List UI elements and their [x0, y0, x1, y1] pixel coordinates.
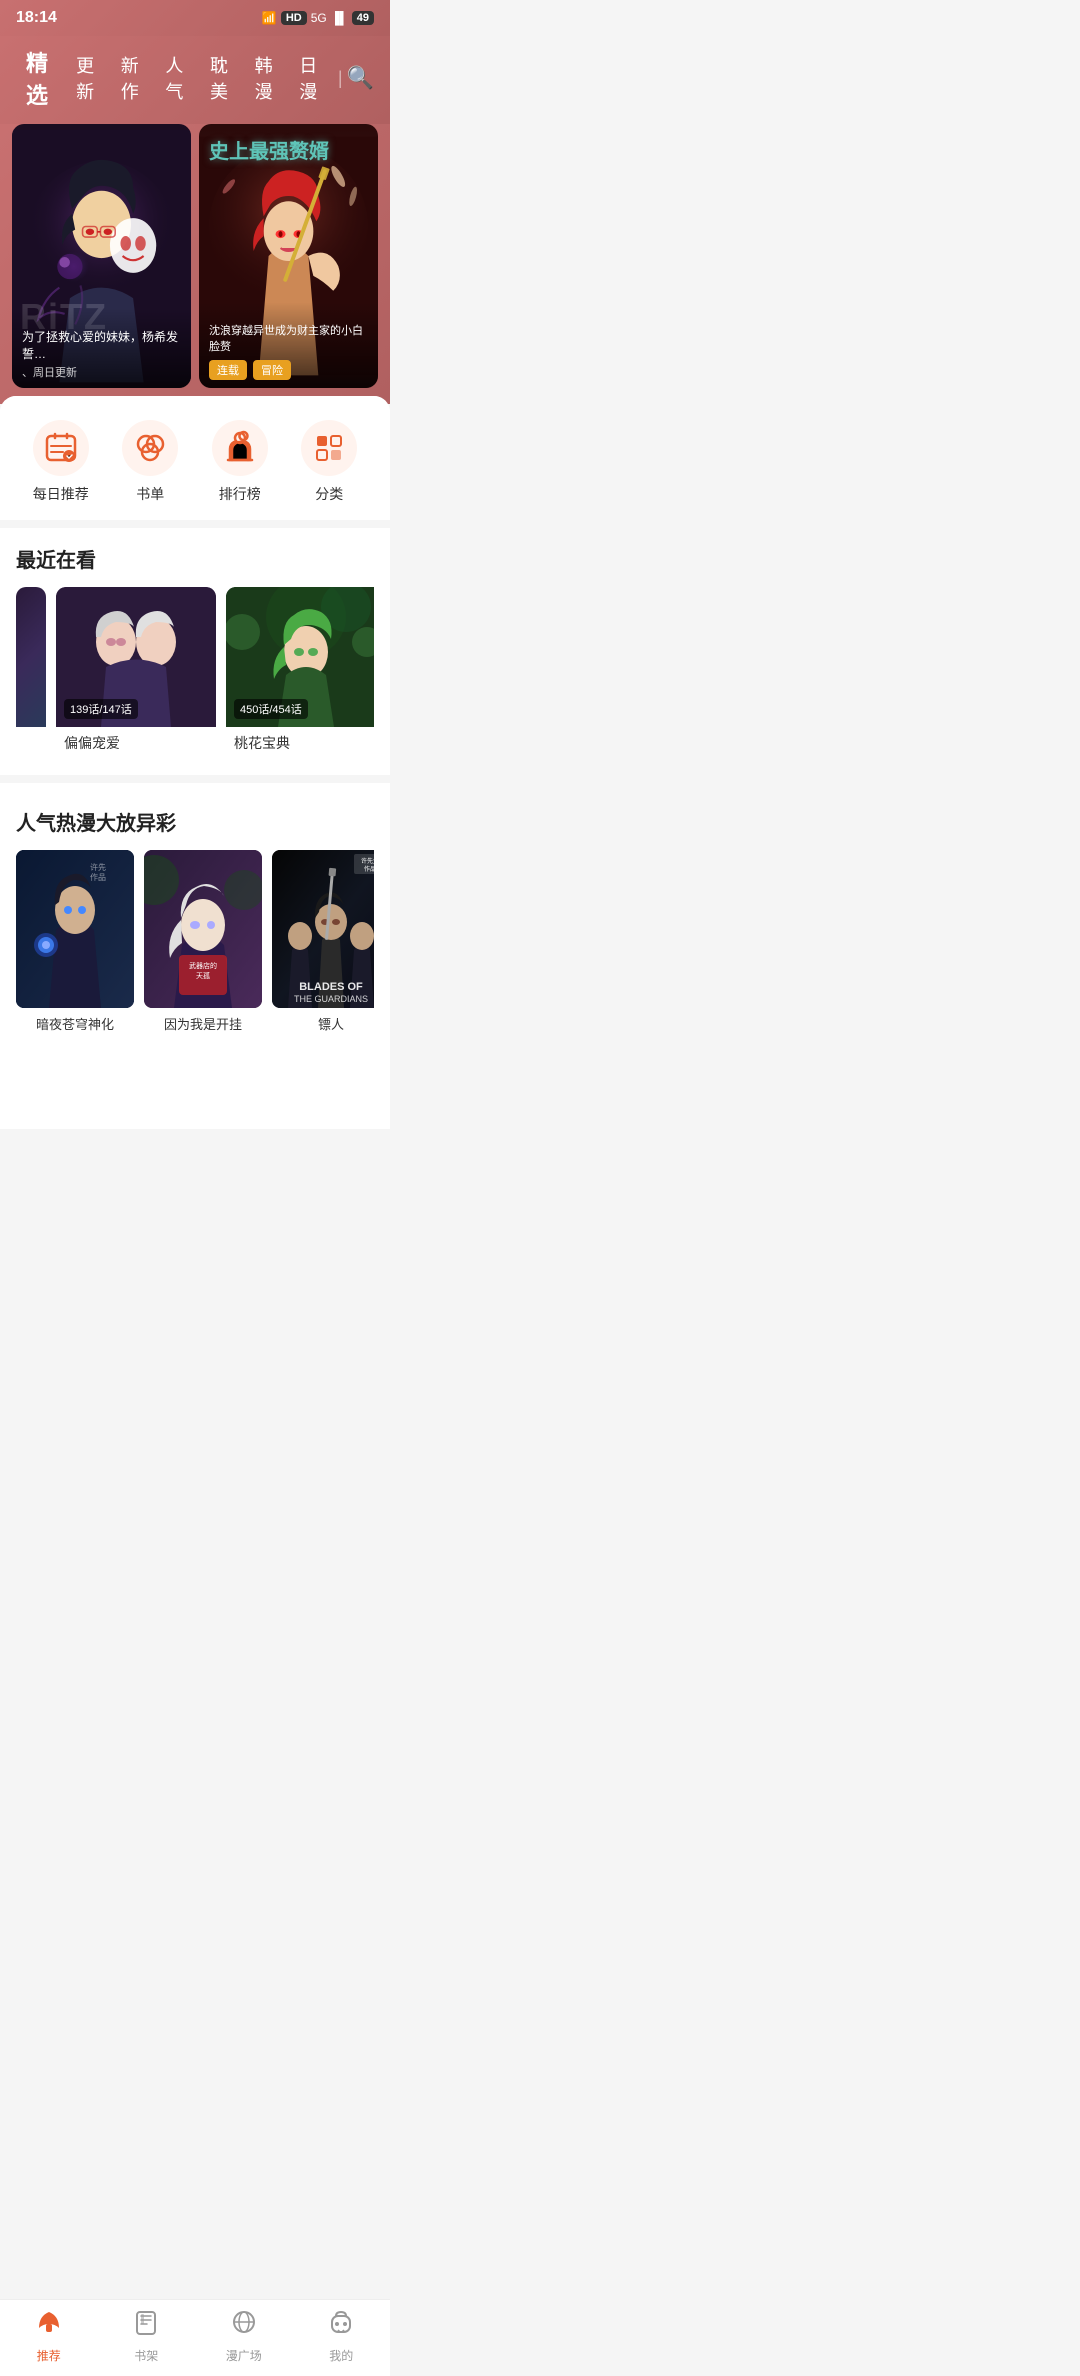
- network-label: 5G: [311, 11, 327, 25]
- hot-card-1[interactable]: 武器店的 天孤 因为我是开挂: [144, 850, 262, 1033]
- nav-divider: |: [338, 68, 343, 89]
- recent-scroll: 139话/147话 偏偏宠爱: [16, 587, 374, 767]
- svg-text:作品: 作品: [90, 872, 106, 882]
- recent-section: 最近在看: [0, 528, 390, 775]
- svg-text:BLADES OF: BLADES OF: [299, 981, 363, 993]
- svg-text:THE GUARDIANS: THE GUARDIANS: [294, 994, 368, 1004]
- hot-card-img-0: 许先 作品: [16, 850, 134, 1008]
- quick-icon-category[interactable]: 分类: [301, 420, 357, 504]
- recent-section-title: 最近在看: [16, 544, 374, 573]
- category-icon: [301, 420, 357, 476]
- quick-icons: 每日推荐 书单 排行榜 分类: [0, 396, 390, 520]
- hd-label: HD: [281, 11, 307, 25]
- plaza-icon: [230, 2308, 258, 2343]
- banner-right-tags: 连载 冒险: [209, 360, 368, 380]
- booklist-icon: [122, 420, 178, 476]
- banner-right[interactable]: 史上最强赘婿 沈浪穿越异世成为财主家的小白脸赘 连载 冒险: [199, 124, 378, 388]
- hot-card-title-2: 镖人: [272, 1014, 374, 1033]
- main-content: 每日推荐 书单 排行榜 分类 最近在看: [0, 396, 390, 1129]
- bottom-nav-mine[interactable]: 我的: [293, 2308, 391, 2364]
- bottom-nav: 推荐 书架 漫广场 我的: [0, 2299, 390, 2376]
- hot-card-2[interactable]: BLADES OF THE GUARDIANS 许先生 作品 镖人: [272, 850, 374, 1033]
- recent-progress-2: 450话/454话: [234, 699, 308, 719]
- shelf-icon: [132, 2308, 160, 2343]
- status-icons: 📶 HD 5G ▐▌ 49: [262, 11, 374, 25]
- hot-section-title: 人气热漫大放异彩: [16, 807, 374, 836]
- hd-badge: 📶: [262, 11, 277, 25]
- banner-left-desc: 为了拯救心爱的妹妹，杨希发誓… 、周日更新: [12, 308, 191, 388]
- hot-card-img-1: 武器店的 天孤: [144, 850, 262, 1008]
- svg-text:天孤: 天孤: [196, 971, 210, 980]
- hot-grid: 许先 作品 暗夜苍穹神化: [16, 850, 374, 1033]
- hot-card-title-1: 因为我是开挂: [144, 1014, 262, 1033]
- signal-icon: ▐▌: [331, 11, 348, 25]
- bottom-nav-shelf[interactable]: 书架: [98, 2308, 196, 2364]
- status-time: 18:14: [16, 9, 57, 27]
- hot-section: 人气热漫大放异彩: [0, 791, 390, 1049]
- nav-item-gengxin[interactable]: 更新: [66, 52, 111, 104]
- recent-card-0[interactable]: [16, 587, 46, 759]
- nav-item-danmei[interactable]: 耽美: [200, 52, 245, 104]
- svg-text:许先生: 许先生: [361, 857, 374, 865]
- nav-item-jingxuan[interactable]: 精选: [16, 46, 66, 110]
- svg-text:作品: 作品: [364, 865, 374, 873]
- battery-level: 49: [352, 11, 374, 25]
- banner-right-desc-text: 沈浪穿越异世成为财主家的小白脸赘: [209, 322, 368, 354]
- separator-1: [0, 520, 390, 528]
- recent-card-2[interactable]: 450话/454话 桃花宝典: [226, 587, 374, 759]
- banner-area: RiTZ 为了拯救心爱的妹妹，杨希发誓… 、周日更新: [0, 124, 390, 404]
- daily-icon: [33, 420, 89, 476]
- recent-title-2: 桃花宝典: [226, 727, 374, 759]
- banner-right-title: 史上最强赘婿: [209, 140, 368, 164]
- banner-left[interactable]: RiTZ 为了拯救心爱的妹妹，杨希发誓… 、周日更新: [12, 124, 191, 388]
- plaza-label: 漫广场: [226, 2347, 262, 2364]
- booklist-label: 书单: [136, 484, 164, 504]
- shelf-label: 书架: [134, 2347, 158, 2364]
- bottom-spacer: [0, 1049, 390, 1129]
- bottom-nav-recommend[interactable]: 推荐: [0, 2308, 98, 2364]
- header-nav: 精选 更新 新作 人气 耽美 韩漫 日漫 | 🔍: [0, 36, 390, 124]
- mine-icon: [327, 2308, 355, 2343]
- search-icon[interactable]: 🔍: [347, 65, 374, 91]
- recommend-icon: [35, 2308, 63, 2343]
- banner-right-title-area: 史上最强赘婿: [209, 140, 368, 164]
- nav-item-xinzuo[interactable]: 新作: [111, 52, 156, 104]
- category-label: 分类: [315, 484, 343, 504]
- hot-card-0[interactable]: 许先 作品 暗夜苍穹神化: [16, 850, 134, 1033]
- svg-text:武器店的: 武器店的: [189, 961, 217, 970]
- mine-label: 我的: [329, 2347, 353, 2364]
- banner-left-subtext: 、周日更新: [22, 364, 181, 380]
- ranking-icon: [212, 420, 268, 476]
- nav-item-riman[interactable]: 日漫: [289, 52, 334, 104]
- quick-icon-ranking[interactable]: 排行榜: [212, 420, 268, 504]
- recent-card-1[interactable]: 139话/147话 偏偏宠爱: [56, 587, 216, 759]
- nav-item-renqi[interactable]: 人气: [155, 52, 200, 104]
- recent-title-1: 偏偏宠爱: [56, 727, 216, 759]
- separator-2: [0, 775, 390, 783]
- nav-item-hanman[interactable]: 韩漫: [245, 52, 290, 104]
- status-bar: 18:14 📶 HD 5G ▐▌ 49: [0, 0, 390, 36]
- banner-left-text: 为了拯救心爱的妹妹，杨希发誓…: [22, 328, 181, 362]
- ranking-label: 排行榜: [219, 484, 261, 504]
- recommend-label: 推荐: [37, 2347, 61, 2364]
- banner-right-desc-area: 沈浪穿越异世成为财主家的小白脸赘 连载 冒险: [199, 302, 378, 388]
- banner-tag-1[interactable]: 冒险: [253, 360, 291, 380]
- bottom-nav-plaza[interactable]: 漫广场: [195, 2308, 293, 2364]
- hot-card-title-0: 暗夜苍穹神化: [16, 1014, 134, 1033]
- hot-card-img-2: BLADES OF THE GUARDIANS 许先生 作品: [272, 850, 374, 1008]
- quick-icon-booklist[interactable]: 书单: [122, 420, 178, 504]
- banner-title-text: 史上最强赘婿: [209, 140, 368, 164]
- recent-progress-1: 139话/147话: [64, 699, 138, 719]
- quick-icon-daily[interactable]: 每日推荐: [33, 420, 89, 504]
- daily-label: 每日推荐: [33, 484, 89, 504]
- svg-text:许先: 许先: [90, 862, 106, 872]
- banner-tag-0[interactable]: 连载: [209, 360, 247, 380]
